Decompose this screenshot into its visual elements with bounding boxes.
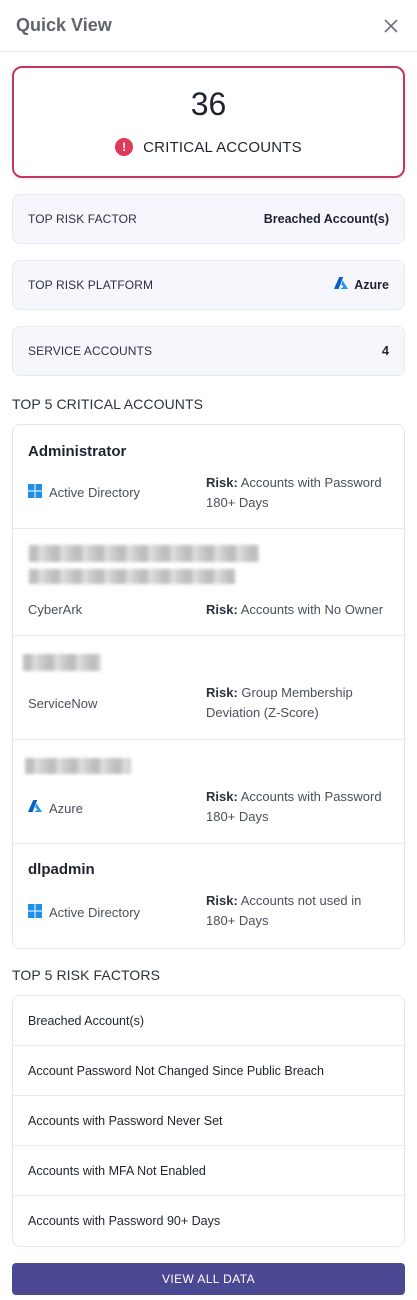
top-risk-factors-title: TOP 5 RISK FACTORS	[12, 967, 161, 983]
account-risk: Risk: Accounts with Password 180+ Days	[206, 473, 391, 513]
top-risk-factor-card: TOP RISK FACTOR Breached Account(s)	[12, 194, 405, 244]
windows-icon	[28, 904, 42, 921]
account-platform: CyberArk	[28, 602, 82, 617]
alert-icon: !	[115, 138, 134, 156]
risk-prefix: Risk:	[206, 685, 238, 700]
redacted-account-name	[29, 545, 259, 562]
top-risk-factor-text: Breached Account(s)	[263, 212, 389, 226]
azure-logo-icon	[28, 800, 42, 816]
risk-prefix: Risk:	[206, 789, 238, 804]
account-platform-label: CyberArk	[28, 602, 83, 617]
risk-prefix: Risk:	[206, 893, 238, 908]
list-item[interactable]: Breached Account(s)	[13, 996, 404, 1046]
account-platform-label: Active Directory	[49, 905, 141, 920]
list-item[interactable]: Azure Risk: Accounts with Password 180+ …	[13, 740, 404, 844]
risk-prefix: Risk:	[206, 475, 238, 490]
account-risk: Risk: Accounts not used in 180+ Days	[206, 891, 391, 931]
top-critical-accounts-list: Administrator Active Directory Risk: Acc…	[12, 424, 405, 949]
account-platform: Active Directory	[28, 904, 140, 921]
top-risk-factors-list: Breached Account(s) Account Password Not…	[12, 995, 405, 1247]
account-platform: Azure	[28, 800, 83, 816]
critical-accounts-row: ! CRITICAL ACCOUNTS	[115, 138, 302, 156]
list-item[interactable]: dlpadmin Active Directory Risk: Accounts…	[13, 844, 404, 948]
service-accounts-card: SERVICE ACCOUNTS 4	[12, 326, 405, 376]
top-risk-platform-text: Azure	[354, 278, 389, 292]
top-risk-platform-card: TOP RISK PLATFORM Azure	[12, 260, 405, 310]
account-name: Administrator	[28, 443, 127, 460]
redacted-account-name	[25, 758, 131, 774]
account-name: dlpadmin	[28, 861, 95, 878]
close-icon[interactable]	[381, 16, 401, 36]
top-risk-platform-label: TOP RISK PLATFORM	[28, 278, 154, 292]
top-risk-platform-value: Azure	[334, 277, 389, 293]
account-platform-label: ServiceNow	[28, 696, 98, 711]
account-platform-label: Active Directory	[49, 485, 141, 500]
service-accounts-value: 4	[382, 344, 389, 358]
list-item[interactable]: Accounts with MFA Not Enabled	[13, 1146, 404, 1196]
account-risk: Risk: Group Membership Deviation (Z-Scor…	[206, 683, 391, 723]
account-platform: Active Directory	[28, 484, 140, 501]
list-item[interactable]: CyberArk Risk: Accounts with No Owner	[13, 529, 404, 636]
quick-view-content: 36 ! CRITICAL ACCOUNTS TOP RISK FACTOR B…	[0, 52, 417, 1295]
list-item[interactable]: ServiceNow Risk: Group Membership Deviat…	[13, 636, 404, 740]
critical-accounts-label: CRITICAL ACCOUNTS	[143, 138, 302, 156]
top-critical-accounts-title: TOP 5 CRITICAL ACCOUNTS	[12, 396, 204, 412]
list-item[interactable]: Accounts with Password Never Set	[13, 1096, 404, 1146]
account-risk: Risk: Accounts with Password 180+ Days	[206, 787, 391, 827]
redacted-account-name	[29, 569, 235, 584]
page-title: Quick View	[16, 15, 112, 35]
list-item[interactable]: Account Password Not Changed Since Publi…	[13, 1046, 404, 1096]
service-accounts-label: SERVICE ACCOUNTS	[28, 344, 153, 358]
critical-accounts-card[interactable]: 36 ! CRITICAL ACCOUNTS	[12, 66, 405, 178]
top-risk-factor-value: Breached Account(s)	[264, 212, 389, 226]
critical-accounts-count: 36	[190, 86, 227, 122]
list-item[interactable]: Administrator Active Directory Risk: Acc…	[13, 425, 404, 529]
account-risk: Risk: Accounts with No Owner	[206, 600, 391, 620]
account-platform: ServiceNow	[28, 696, 97, 711]
top-risk-factor-label: TOP RISK FACTOR	[28, 212, 137, 226]
account-platform-label: Azure	[49, 800, 83, 816]
list-item[interactable]: Accounts with Password 90+ Days	[13, 1196, 404, 1246]
windows-icon	[28, 484, 42, 501]
view-all-data-button[interactable]: VIEW ALL DATA	[12, 1263, 405, 1295]
redacted-account-name	[23, 654, 101, 671]
quick-view-header: Quick View	[0, 0, 417, 52]
azure-logo-icon	[334, 277, 349, 293]
risk-text: Accounts with No Owner	[240, 602, 384, 617]
risk-prefix: Risk:	[206, 602, 238, 617]
